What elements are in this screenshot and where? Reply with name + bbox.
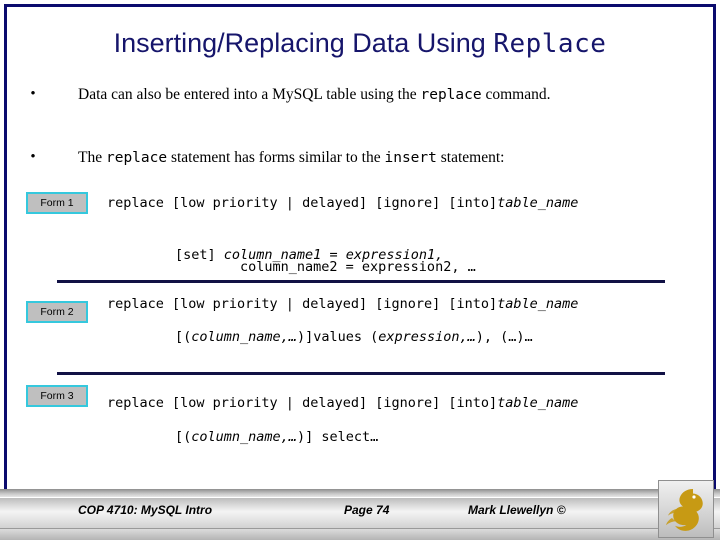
footer-page-number: Page 74 (344, 503, 390, 517)
form-3-line-2-placeholder-column: column_name,… (191, 429, 297, 445)
form-2-line-1-placeholder: table_name (497, 296, 579, 312)
ucf-pegasus-logo (658, 480, 714, 538)
form-2-line-1-code: replace [low priority | delayed] [ignore… (107, 296, 498, 312)
bullet-2-part-3: statement: (436, 149, 505, 166)
pegasus-icon (666, 489, 703, 531)
slide-canvas: Inserting/Replacing Data Using Replace •… (0, 0, 720, 540)
form-2-line-2-a: [( (175, 329, 192, 345)
footer-band-bottom (0, 529, 720, 540)
title-text-plain: Inserting/Replacing Data Using (113, 28, 494, 58)
form-2-line-2-c: )]values ( (296, 329, 379, 345)
bullet-marker-icon: • (30, 149, 36, 165)
bullet-2-part-1: The (78, 149, 106, 166)
form-3-code-line-2: [(column_name,…)] select… (175, 428, 378, 446)
footer-band-top (0, 489, 720, 497)
form-2-code-line-1: replace [low priority | delayed] [ignore… (107, 295, 578, 313)
form-separator-1 (57, 280, 665, 283)
form-1-code-line-1: replace [low priority | delayed] [ignore… (107, 194, 578, 212)
form-separator-2 (57, 372, 665, 375)
form-1-line-1-placeholder: table_name (497, 195, 579, 211)
slide-footer: COP 4710: MySQL Intro Page 74 Mark Llewe… (0, 489, 720, 540)
bullet-item-1: • Data can also be entered into a MySQL … (26, 83, 692, 107)
bullet-2-keyword-replace: replace (105, 150, 168, 166)
footer-author-label: Mark Llewellyn © (468, 503, 566, 517)
form-2-line-2-placeholder-expression: expression,… (378, 329, 476, 345)
form-1-badge: Form 1 (26, 192, 88, 214)
bullet-2-part-2: statement has forms similar to the (167, 149, 385, 166)
bullet-marker-icon: • (30, 86, 36, 102)
form-3-line-2-c: )] select… (296, 429, 379, 445)
form-2-badge: Form 2 (26, 301, 88, 323)
bullet-item-2: • The replace statement has forms simila… (26, 146, 692, 170)
bullet-1-part-1: Data can also be entered into a MySQL ta… (78, 86, 421, 103)
form-2-line-2-placeholder-column: column_name,… (191, 329, 297, 345)
title-text-mono: Replace (493, 29, 607, 59)
form-1-line-2-code: [set] (175, 247, 224, 263)
form-3-line-1-code: replace [low priority | delayed] [ignore… (107, 395, 498, 411)
bullet-1-text: Data can also be entered into a MySQL ta… (78, 83, 692, 107)
form-3-code-line-1: replace [low priority | delayed] [ignore… (107, 394, 578, 412)
bullet-2-text: The replace statement has forms similar … (78, 146, 692, 170)
form-1-line-1-code: replace [low priority | delayed] [ignore… (107, 195, 498, 211)
footer-course-label: COP 4710: MySQL Intro (78, 503, 213, 517)
form-3-line-2-a: [( (175, 429, 192, 445)
form-2-line-2-e: ), (…)… (475, 329, 533, 345)
form-3-badge: Form 3 (26, 385, 88, 407)
bullet-1-keyword-replace: replace (420, 87, 482, 103)
form-3-line-1-placeholder: table_name (497, 395, 579, 411)
form-1-code-line-3: column_name2 = expression2, … (240, 259, 476, 275)
bullet-2-keyword-insert: insert (384, 150, 437, 166)
bullet-1-part-2: command. (481, 86, 551, 103)
slide-title: Inserting/Replacing Data Using Replace (0, 27, 720, 60)
form-2-code-line-2: [(column_name,…)]values (expression,…), … (175, 328, 533, 346)
